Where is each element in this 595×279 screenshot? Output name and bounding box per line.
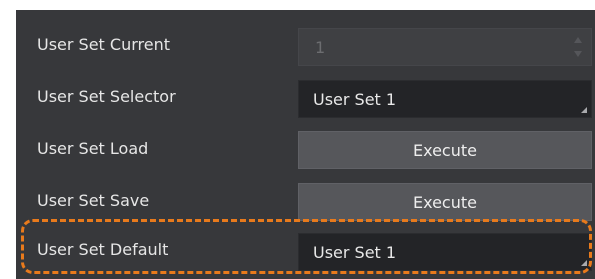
spinbox-arrows[interactable] xyxy=(573,29,583,65)
triangle-down-icon xyxy=(574,51,582,57)
user-set-current-spinbox[interactable]: 1 xyxy=(298,28,592,66)
triangle-up-icon xyxy=(574,37,582,43)
user-set-save-execute-button[interactable]: Execute xyxy=(298,183,592,221)
user-set-current-value: 1 xyxy=(315,38,326,57)
user-set-current-label: User Set Current xyxy=(37,35,171,54)
user-set-default-value: User Set 1 xyxy=(313,243,397,262)
row-user-set-save: User Set Save Execute xyxy=(16,175,595,227)
user-set-selector-label: User Set Selector xyxy=(37,87,176,106)
user-set-selector-value: User Set 1 xyxy=(313,90,397,109)
user-set-default-label: User Set Default xyxy=(37,240,169,259)
row-user-set-current: User Set Current 1 xyxy=(16,19,595,71)
row-user-set-default: User Set Default User Set 1 xyxy=(16,224,595,276)
corner-triangle-icon xyxy=(581,260,587,266)
row-user-set-selector: User Set Selector User Set 1 xyxy=(16,71,595,123)
user-set-properties-panel: User Set Current 1 User Set Selector Use… xyxy=(16,10,595,279)
user-set-selector-dropdown[interactable]: User Set 1 xyxy=(298,80,592,118)
user-set-load-label: User Set Load xyxy=(37,139,149,158)
row-user-set-load: User Set Load Execute xyxy=(16,123,595,175)
user-set-save-label: User Set Save xyxy=(37,191,150,210)
corner-triangle-icon xyxy=(581,107,587,113)
user-set-default-dropdown[interactable]: User Set 1 xyxy=(298,233,592,271)
user-set-load-execute-button[interactable]: Execute xyxy=(298,131,592,169)
